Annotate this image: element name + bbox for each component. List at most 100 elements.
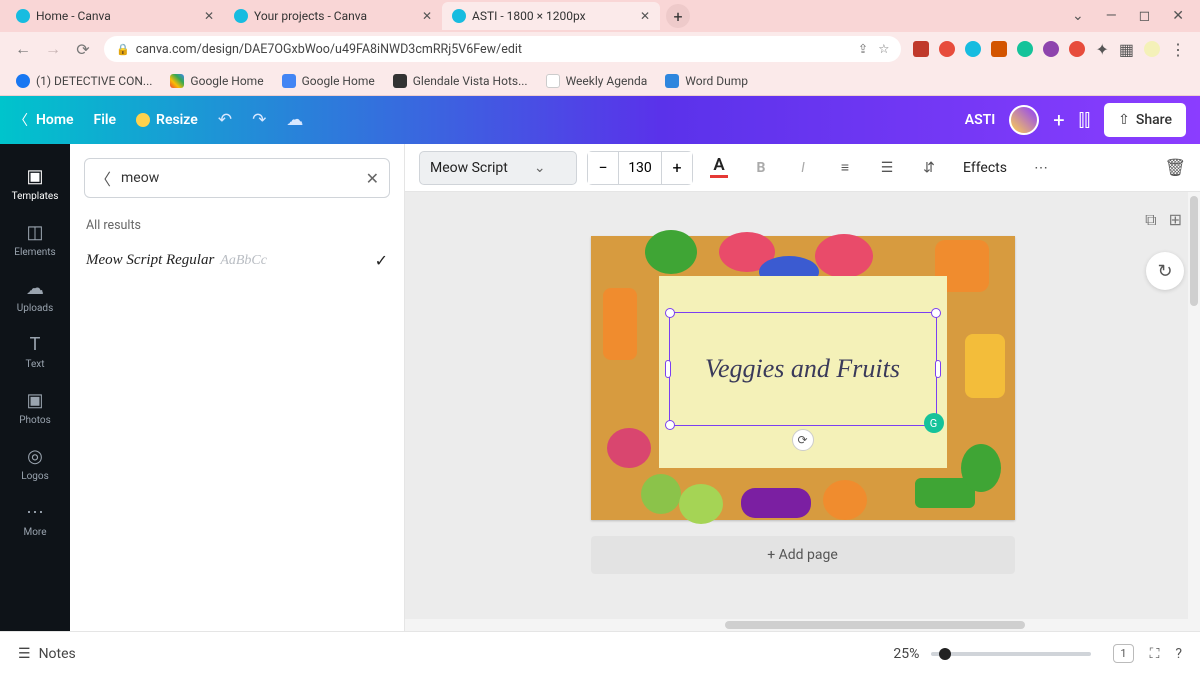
canvas-area: Meow Script ⌄ − + A B I ≡ ☰ ⇵ Effects ⋯ …	[405, 144, 1200, 631]
scrollbar-thumb[interactable]	[725, 621, 1025, 629]
add-member-icon[interactable]: +	[1053, 108, 1064, 132]
bold-button[interactable]: B	[745, 152, 777, 184]
ext-icon[interactable]	[913, 41, 929, 57]
chevron-down-icon[interactable]: ⌄	[1072, 8, 1084, 24]
ext-icon[interactable]	[965, 41, 981, 57]
rail-text[interactable]: TText	[0, 324, 70, 380]
chevron-left-icon[interactable]: 〈	[95, 166, 111, 190]
close-window-icon[interactable]: ✕	[1172, 8, 1184, 24]
ext-icon[interactable]	[1043, 41, 1059, 57]
bookmark-item[interactable]: Weekly Agenda	[546, 74, 648, 88]
maximize-icon[interactable]: ◻	[1139, 8, 1151, 24]
font-result-row[interactable]: Meow Script Regular AaBbCc ✓	[70, 239, 404, 282]
more-icon: ⋯	[26, 502, 44, 523]
horizontal-scrollbar[interactable]	[405, 619, 1200, 631]
bookmark-item[interactable]: (1) DETECTIVE CON...	[16, 74, 152, 88]
profile-icon[interactable]	[1144, 41, 1160, 57]
rail-uploads[interactable]: ☁Uploads	[0, 268, 70, 324]
nav-forward-icon[interactable]: →	[44, 39, 62, 59]
close-icon[interactable]: ✕	[640, 9, 650, 23]
resize-handle-bl[interactable]	[665, 420, 675, 430]
vertical-scrollbar[interactable]	[1188, 192, 1200, 619]
font-size-input[interactable]	[618, 152, 662, 184]
notes-button[interactable]: ☰Notes	[18, 646, 76, 662]
upload-icon: ⇧	[1118, 112, 1130, 128]
rotate-handle-icon[interactable]: ⟳	[792, 429, 814, 451]
home-button[interactable]: 〈Home	[14, 110, 74, 130]
close-icon[interactable]: ✕	[422, 9, 432, 23]
browser-tab-active[interactable]: ASTI - 1800 × 1200px ✕	[442, 2, 660, 30]
scrollbar-thumb[interactable]	[1190, 196, 1198, 306]
duplicate-page-icon[interactable]: ⧉	[1145, 210, 1156, 230]
help-icon[interactable]: ?	[1175, 646, 1182, 662]
crown-icon	[136, 113, 150, 127]
bookmark-item[interactable]: Google Home	[282, 74, 375, 88]
font-search-box[interactable]: 〈 ✕	[84, 158, 390, 198]
resize-button[interactable]: Resize	[136, 112, 198, 128]
puzzle-icon[interactable]: ✦	[1095, 40, 1108, 59]
close-icon[interactable]: ✕	[204, 9, 214, 23]
browser-tab[interactable]: Your projects - Canva ✕	[224, 2, 442, 30]
bookmark-item[interactable]: Google Home	[170, 74, 263, 88]
resize-handle-r[interactable]	[935, 360, 941, 378]
font-family-picker[interactable]: Meow Script ⌄	[419, 151, 577, 185]
ext-icon[interactable]	[1017, 41, 1033, 57]
cloud-sync-icon[interactable]: ☁	[286, 110, 303, 130]
rail-logos[interactable]: ◎Logos	[0, 436, 70, 492]
font-search-input[interactable]	[121, 170, 356, 186]
ext-icon[interactable]	[1069, 41, 1085, 57]
rail-more[interactable]: ⋯More	[0, 492, 70, 548]
tab-overview-icon[interactable]: ▦	[1119, 40, 1134, 59]
text-selection-box[interactable]: Veggies and Fruits G ⟳	[669, 312, 937, 426]
bookmark-item[interactable]: Glendale Vista Hots...	[393, 74, 528, 88]
italic-button[interactable]: I	[787, 152, 819, 184]
resize-handle-l[interactable]	[665, 360, 671, 378]
effects-button[interactable]: Effects	[955, 160, 1015, 176]
avatar[interactable]	[1009, 105, 1039, 135]
rail-elements[interactable]: ◫Elements	[0, 212, 70, 268]
redo-icon[interactable]: ↷	[252, 110, 266, 130]
fullscreen-icon[interactable]: ⛶	[1150, 646, 1160, 662]
more-options-button[interactable]: ⋯	[1025, 152, 1057, 184]
doc-title[interactable]: ASTI	[965, 112, 996, 128]
text-color-button[interactable]: A	[703, 152, 735, 184]
ext-icon[interactable]	[991, 41, 1007, 57]
add-page-button[interactable]: + Add page	[591, 536, 1015, 574]
rail-photos[interactable]: ▣Photos	[0, 380, 70, 436]
nav-back-icon[interactable]: ←	[14, 39, 32, 59]
trash-icon[interactable]: 🗑	[1164, 158, 1186, 178]
refresh-template-button[interactable]: ↻	[1146, 252, 1184, 290]
share-button[interactable]: ⇧Share	[1104, 103, 1186, 137]
grammarly-icon[interactable]: G	[924, 413, 944, 433]
zoom-value[interactable]: 25%	[893, 646, 919, 662]
minimize-icon[interactable]: —	[1106, 8, 1117, 24]
insights-icon[interactable]: ⫿⫿	[1079, 110, 1091, 131]
rail-templates[interactable]: ▣Templates	[0, 156, 70, 212]
resize-handle-tr[interactable]	[931, 308, 941, 318]
design-page[interactable]: Veggies and Fruits G ⟳	[591, 236, 1015, 520]
font-size-increase[interactable]: +	[662, 152, 692, 184]
share-url-icon[interactable]: ⇪	[858, 41, 868, 57]
ext-icon[interactable]	[939, 41, 955, 57]
zoom-slider-thumb[interactable]	[939, 648, 951, 660]
resize-handle-tl[interactable]	[665, 308, 675, 318]
star-icon[interactable]: ☆	[878, 41, 889, 57]
list-button[interactable]: ☰	[871, 152, 903, 184]
kebab-icon[interactable]: ⋮	[1170, 40, 1186, 59]
clear-icon[interactable]: ✕	[366, 169, 379, 188]
new-tab-button[interactable]: +	[666, 4, 690, 28]
reload-icon[interactable]: ⟳	[74, 40, 92, 59]
spacing-button[interactable]: ⇵	[913, 152, 945, 184]
page-indicator[interactable]: 1	[1113, 644, 1133, 663]
canvas-text[interactable]: Veggies and Fruits	[670, 313, 936, 425]
zoom-slider[interactable]	[931, 652, 1091, 656]
browser-tab[interactable]: Home - Canva ✕	[6, 2, 224, 30]
add-page-inline-icon[interactable]: ⊞	[1169, 210, 1182, 230]
file-menu[interactable]: File	[94, 112, 117, 128]
canvas-stage[interactable]: ⧉ ⊞ ↻ V	[405, 192, 1200, 631]
bookmark-item[interactable]: Word Dump	[665, 74, 748, 88]
undo-icon[interactable]: ↶	[218, 110, 232, 130]
align-button[interactable]: ≡	[829, 152, 861, 184]
font-size-decrease[interactable]: −	[588, 152, 618, 184]
url-field[interactable]: 🔒 canva.com/design/DAE7OGxbWoo/u49FA8iNW…	[104, 36, 901, 62]
